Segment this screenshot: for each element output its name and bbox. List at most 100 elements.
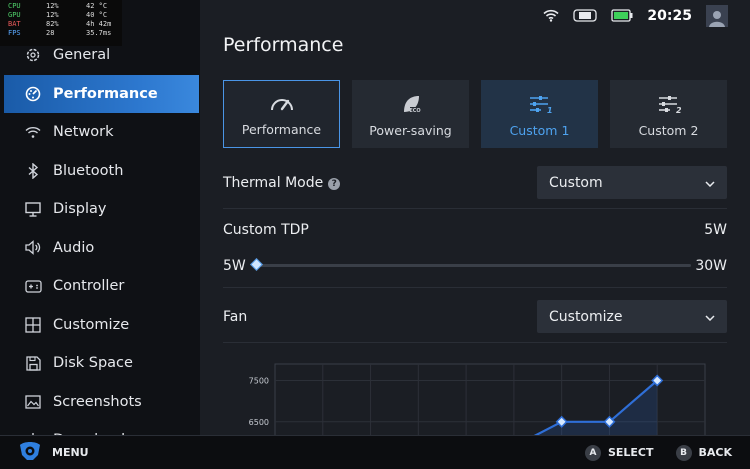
chevron-down-icon — [705, 175, 715, 191]
divider — [223, 208, 727, 209]
svg-text:ECO: ECO — [409, 108, 420, 114]
button-hints: A SELECT B BACK — [571, 436, 732, 469]
monitor-icon — [24, 200, 42, 218]
overlay-cell: 28 — [46, 29, 55, 37]
overlay-cell: 12% — [46, 11, 59, 19]
mode-label: Custom 2 — [638, 123, 699, 138]
custom-tdp-value: 5W — [704, 222, 727, 238]
sidebar-item-performance[interactable]: Performance — [4, 74, 199, 113]
main-panel: 20:25 Performance Performance ECO Power-… — [200, 0, 750, 436]
chevron-down-icon — [705, 309, 715, 325]
fan-mode-dropdown[interactable]: Customize — [537, 300, 727, 333]
grid-plus-icon — [24, 316, 42, 334]
svg-text:1: 1 — [547, 106, 552, 114]
overlay-cell: GPU — [8, 11, 21, 19]
divider — [223, 287, 727, 288]
overlay-cell: 82% — [46, 20, 59, 28]
overlay-cell: 12% — [46, 2, 59, 10]
clock: 20:25 — [647, 8, 692, 24]
fan-mode-value: Customize — [549, 308, 623, 325]
overlay-cell: 4h 42m — [86, 20, 112, 28]
menu-label: MENU — [52, 446, 89, 459]
sliders-2-icon: 2 — [657, 91, 681, 117]
speaker-icon — [24, 239, 42, 257]
b-button-icon: B — [675, 444, 692, 461]
thermal-mode-label: Thermal Mode? — [223, 175, 341, 191]
user-avatar-icon[interactable] — [706, 5, 728, 27]
chart-y-tick-label: 6500 — [249, 418, 269, 427]
overlay-cell: BAT — [8, 20, 21, 28]
fan-curve-chart[interactable]: 7500650059005300 — [223, 352, 727, 436]
mode-power-saving[interactable]: ECO Power-saving — [352, 80, 469, 148]
battery-icon — [611, 7, 633, 26]
overlay-cell: 35.7ms — [86, 29, 112, 37]
handheld-device-icon — [573, 7, 598, 26]
sidebar-item-label: Screenshots — [53, 393, 142, 410]
bluetooth-icon — [24, 162, 42, 180]
image-icon — [24, 393, 42, 411]
tdp-slider-thumb[interactable] — [250, 258, 263, 271]
sidebar: General Performance Network Bluetooth Displa… — [0, 0, 200, 436]
tdp-slider-track[interactable] — [250, 258, 691, 271]
floppy-icon — [24, 354, 42, 372]
sidebar-item-label: Display — [53, 201, 107, 217]
overlay-cell: CPU — [8, 2, 21, 10]
sidebar-item-label: Bluetooth — [53, 162, 124, 179]
a-button-icon: A — [584, 444, 601, 461]
sidebar-item-label: Customize — [53, 316, 130, 333]
overlay-row: CPU 12% 42 °C — [8, 2, 122, 11]
sidebar-item-label: Network — [53, 124, 114, 140]
select-hint[interactable]: A SELECT — [584, 444, 654, 461]
performance-mode-selector: Performance ECO Power-saving 1 Custom 1 … — [223, 80, 727, 148]
sidebar-item-label: General — [53, 47, 111, 63]
help-icon[interactable]: ? — [328, 178, 341, 190]
custom-tdp-label: Custom TDP — [223, 222, 309, 238]
sidebar-item-disk-space[interactable]: Disk Space — [4, 344, 199, 382]
page-title: Performance — [223, 34, 344, 56]
mode-custom-1[interactable]: 1 Custom 1 — [481, 80, 598, 148]
status-bar: 20:25 — [543, 5, 728, 27]
sidebar-item-download[interactable]: Download — [4, 421, 199, 436]
sliders-1-icon: 1 — [528, 91, 552, 117]
eco-leaf-icon: ECO — [400, 91, 422, 117]
tdp-min-label: 5W — [223, 258, 246, 274]
divider — [223, 342, 727, 343]
bottom-bar: MENU A SELECT B BACK — [0, 435, 750, 469]
overlay-row: BAT 82% 4h 42m — [8, 20, 122, 29]
sidebar-item-label: Audio — [53, 239, 95, 256]
sidebar-item-audio[interactable]: Audio — [4, 229, 199, 267]
sidebar-item-bluetooth[interactable]: Bluetooth — [4, 152, 199, 190]
select-label: SELECT — [607, 446, 654, 459]
fan-label: Fan — [223, 309, 248, 325]
svg-text:2: 2 — [676, 106, 681, 114]
sidebar-item-label: Performance — [53, 85, 158, 102]
thermal-mode-value: Custom — [549, 174, 603, 191]
tdp-max-label: 30W — [695, 258, 727, 274]
overlay-cell: 42 °C — [86, 2, 108, 10]
sidebar-item-display[interactable]: Display — [4, 190, 199, 228]
sidebar-item-label: Controller — [53, 278, 125, 294]
gear-icon — [24, 46, 42, 64]
overlay-row: GPU 12% 40 °C — [8, 11, 122, 20]
mode-custom-2[interactable]: 2 Custom 2 — [610, 80, 727, 148]
back-label: BACK — [698, 446, 733, 459]
sidebar-item-customize[interactable]: Customize — [4, 306, 199, 344]
overlay-row: FPS 28 35.7ms — [8, 29, 122, 38]
chart-y-tick-label: 7500 — [249, 377, 269, 386]
performance-icon — [24, 85, 42, 103]
speedometer-icon — [269, 90, 295, 116]
overlay-cell: 40 °C — [86, 11, 108, 19]
wifi-icon — [24, 123, 42, 141]
mode-label: Power-saving — [369, 123, 452, 138]
perf-overlay: CPU 12% 42 °C GPU 12% 40 °C BAT 82% 4h 42m FPS 28 3… — [0, 0, 122, 46]
back-hint[interactable]: B BACK — [675, 444, 733, 461]
sidebar-item-screenshots[interactable]: Screenshots — [4, 383, 199, 421]
sidebar-item-label: Disk Space — [53, 355, 133, 371]
mode-performance[interactable]: Performance — [223, 80, 340, 148]
mode-label: Custom 1 — [509, 123, 570, 138]
sidebar-item-network[interactable]: Network — [4, 113, 199, 151]
thermal-mode-dropdown[interactable]: Custom — [537, 166, 727, 199]
menu-logo-icon — [18, 441, 42, 464]
sidebar-item-controller[interactable]: Controller — [4, 267, 199, 305]
menu-button[interactable]: MENU — [18, 441, 89, 464]
